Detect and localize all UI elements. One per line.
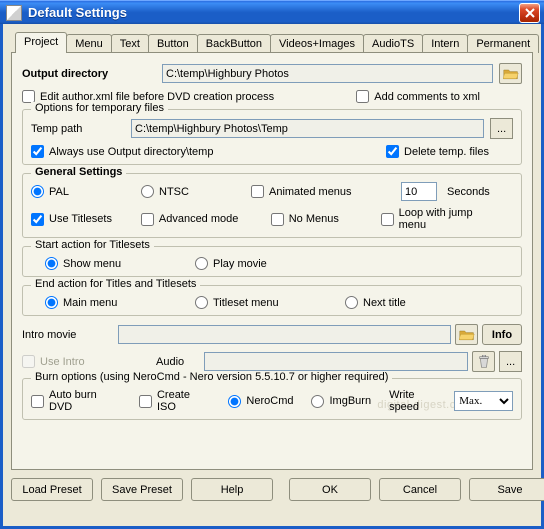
tab-strip: Project Menu Text Button BackButton Vide… xyxy=(15,32,533,53)
client-area: Project Menu Text Button BackButton Vide… xyxy=(0,24,544,529)
general-group: General Settings PAL NTSC Animated menus… xyxy=(22,173,522,238)
cancel-button[interactable]: Cancel xyxy=(379,478,461,501)
loopjump-checkbox[interactable]: Loop with jump menu xyxy=(381,207,503,231)
loopjump-label: Loop with jump menu xyxy=(399,207,503,231)
seconds-input[interactable] xyxy=(401,182,437,201)
imgburn-radio[interactable]: ImgBurn xyxy=(311,395,371,408)
playmovie-label: Play movie xyxy=(213,258,267,270)
folder-icon xyxy=(459,328,475,342)
temp-path-browse-button[interactable]: ... xyxy=(490,118,513,139)
audio-delete-button[interactable] xyxy=(472,351,495,372)
output-dir-browse-button[interactable] xyxy=(499,63,522,84)
pal-radio[interactable]: PAL xyxy=(31,185,131,198)
tempfiles-group: Options for temporary files Temp path ..… xyxy=(22,109,522,165)
ok-button[interactable]: OK xyxy=(289,478,371,501)
edit-author-label: Edit author.xml file before DVD creation… xyxy=(40,91,274,103)
createiso-label: Create ISO xyxy=(157,389,210,413)
writespeed-label: Write speed xyxy=(389,389,446,413)
mainmenu-radio[interactable]: Main menu xyxy=(45,296,185,309)
titlesets-label: Use Titlesets xyxy=(49,213,112,225)
animated-label: Animated menus xyxy=(269,186,352,198)
intromovie-input[interactable] xyxy=(118,325,451,344)
nexttitle-radio[interactable]: Next title xyxy=(345,296,406,309)
dialog-button-bar: Load Preset Save Preset Help OK Cancel S… xyxy=(11,478,533,501)
general-legend: General Settings xyxy=(31,166,126,178)
intromovie-label: Intro movie xyxy=(22,329,118,341)
load-preset-button[interactable]: Load Preset xyxy=(11,478,93,501)
advanced-checkbox[interactable]: Advanced mode xyxy=(141,213,261,226)
title-bar: Default Settings xyxy=(0,0,544,24)
trash-icon xyxy=(476,355,492,369)
tab-audiots[interactable]: AudioTS xyxy=(363,34,423,53)
temp-path-input[interactable] xyxy=(131,119,484,138)
titlesets-checkbox[interactable]: Use Titlesets xyxy=(31,213,131,226)
tab-text[interactable]: Text xyxy=(111,34,149,53)
always-tempdir-label: Always use Output directory\temp xyxy=(49,146,213,158)
endaction-legend: End action for Titles and Titlesets xyxy=(31,278,200,290)
ntsc-radio[interactable]: NTSC xyxy=(141,185,241,198)
titlesetmenu-label: Titleset menu xyxy=(213,297,279,309)
tab-intern[interactable]: Intern xyxy=(422,34,468,53)
advanced-label: Advanced mode xyxy=(159,213,239,225)
save-button[interactable]: Save xyxy=(469,478,544,501)
tab-button[interactable]: Button xyxy=(148,34,198,53)
save-preset-button[interactable]: Save Preset xyxy=(101,478,183,501)
titlesetmenu-radio[interactable]: Titleset menu xyxy=(195,296,335,309)
tab-permanent[interactable]: Permanent xyxy=(467,34,539,53)
tab-project[interactable]: Project xyxy=(15,32,67,53)
createiso-checkbox[interactable]: Create ISO xyxy=(139,389,210,413)
delete-temp-checkbox[interactable]: Delete temp. files xyxy=(386,145,489,158)
tab-videosimages[interactable]: Videos+Images xyxy=(270,34,364,53)
temp-path-label: Temp path xyxy=(31,123,131,135)
info-button[interactable]: Info xyxy=(482,324,522,345)
nomenus-label: No Menus xyxy=(289,213,339,225)
help-button[interactable]: Help xyxy=(191,478,273,501)
endaction-group: End action for Titles and Titlesets Main… xyxy=(22,285,522,316)
useintro-label: Use Intro xyxy=(40,356,85,368)
nerocmd-label: NeroCmd xyxy=(246,395,293,407)
delete-temp-label: Delete temp. files xyxy=(404,146,489,158)
showmenu-radio[interactable]: Show menu xyxy=(45,257,185,270)
burn-legend: Burn options (using NeroCmd - Nero versi… xyxy=(31,371,392,383)
autoburn-checkbox[interactable]: Auto burn DVD xyxy=(31,389,121,413)
add-comments-label: Add comments to xml xyxy=(374,91,480,103)
audio-input[interactable] xyxy=(204,352,468,371)
imgburn-label: ImgBurn xyxy=(329,395,371,407)
writespeed-select[interactable]: Max. xyxy=(454,391,513,411)
close-icon xyxy=(525,8,535,18)
always-tempdir-checkbox[interactable]: Always use Output directory\temp xyxy=(31,145,213,158)
playmovie-radio[interactable]: Play movie xyxy=(195,257,267,270)
tab-menu[interactable]: Menu xyxy=(66,34,112,53)
output-dir-label: Output directory xyxy=(22,68,162,80)
add-comments-checkbox[interactable]: Add comments to xml xyxy=(356,90,480,103)
audio-label: Audio xyxy=(156,356,204,368)
tab-panel-project: Output directory Edit author.xml file be… xyxy=(11,52,533,470)
startaction-group: Start action for Titlesets Show menu Pla… xyxy=(22,246,522,277)
tab-backbutton[interactable]: BackButton xyxy=(197,34,271,53)
pal-label: PAL xyxy=(49,186,69,198)
startaction-legend: Start action for Titlesets xyxy=(31,239,154,251)
app-icon xyxy=(6,5,22,21)
autoburn-label: Auto burn DVD xyxy=(49,389,121,413)
nerocmd-radio[interactable]: NeroCmd xyxy=(228,395,293,408)
animated-checkbox[interactable]: Animated menus xyxy=(251,185,391,198)
burn-group: Burn options (using NeroCmd - Nero versi… xyxy=(22,378,522,420)
nexttitle-label: Next title xyxy=(363,297,406,309)
showmenu-label: Show menu xyxy=(63,258,121,270)
useintro-checkbox: Use Intro xyxy=(22,355,146,368)
ntsc-label: NTSC xyxy=(159,186,189,198)
mainmenu-label: Main menu xyxy=(63,297,117,309)
output-dir-input[interactable] xyxy=(162,64,493,83)
tempfiles-legend: Options for temporary files xyxy=(31,102,168,114)
window-title: Default Settings xyxy=(28,5,519,20)
intromovie-browse-button[interactable] xyxy=(455,324,478,345)
folder-icon xyxy=(503,67,519,81)
audio-browse-button[interactable]: ... xyxy=(499,351,522,372)
seconds-label: Seconds xyxy=(447,186,490,198)
nomenus-checkbox[interactable]: No Menus xyxy=(271,213,371,226)
close-button[interactable] xyxy=(519,3,540,23)
